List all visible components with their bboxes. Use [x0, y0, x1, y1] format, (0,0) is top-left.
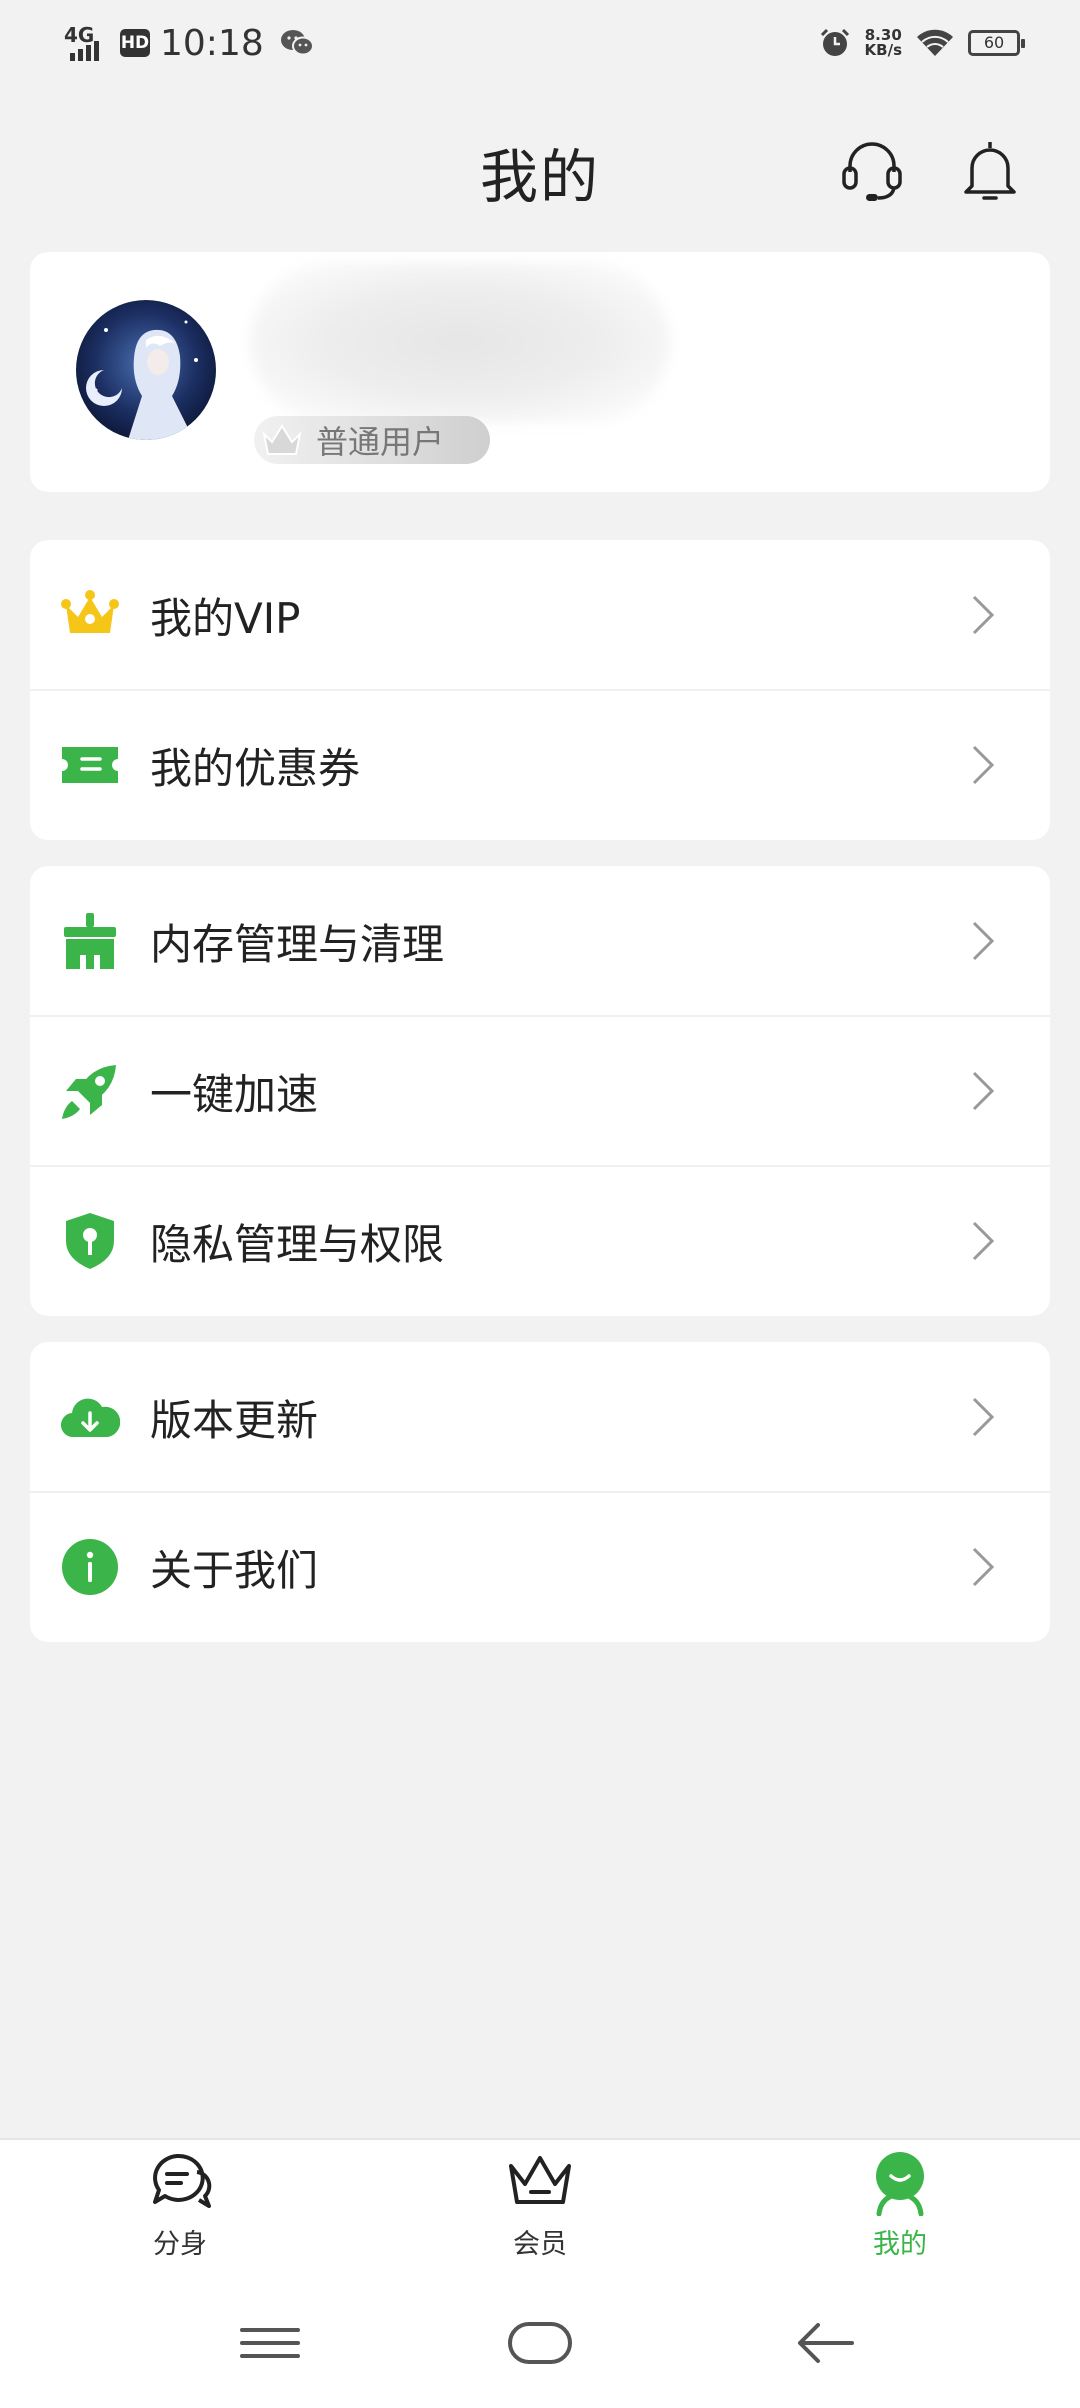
wechat-icon [280, 30, 314, 56]
header: 我的 [0, 110, 1080, 230]
page-title: 我的 [479, 143, 600, 211]
menu-item-privacy-permissions[interactable]: 隐私管理与权限 [30, 1166, 1050, 1316]
menu-item-my-vip[interactable]: 我的VIP [30, 540, 1050, 690]
status-time: 10:18 [160, 22, 264, 64]
nav-tab-mine[interactable]: 我的 [800, 2150, 1000, 2280]
nav-label: 我的 [873, 2229, 927, 2260]
menu-item-label: 版本更新 [150, 1395, 319, 1445]
menu-item-label: 我的优惠券 [150, 743, 361, 793]
shield-key-icon [66, 1213, 114, 1269]
chevron-right-icon [972, 1071, 995, 1111]
profile-card[interactable]: 普通用户 [30, 252, 1050, 492]
system-nav-bar [0, 2282, 1080, 2408]
crown-outline-icon [509, 2156, 571, 2204]
menu-item-label: 关于我们 [150, 1545, 319, 1595]
about-menu-card: 版本更新 关于我们 [30, 1342, 1050, 1642]
battery-icon: 60 [968, 30, 1025, 56]
coupon-icon [62, 747, 118, 783]
bottom-nav: 分身 会员 我的 [0, 2138, 1080, 2282]
chat-icon [153, 2153, 212, 2208]
crown-badge-icon [262, 424, 302, 455]
rocket-icon [62, 1065, 116, 1119]
nav-tab-clone[interactable]: 分身 [80, 2150, 280, 2280]
menu-item-label: 一键加速 [150, 1069, 319, 1119]
wifi-icon [917, 29, 953, 56]
username-blurred [250, 262, 670, 422]
chevron-right-icon [972, 745, 995, 785]
menu-item-memory-cleanup[interactable]: 内存管理与清理 [30, 866, 1050, 1016]
nav-label: 分身 [153, 2229, 207, 2260]
chevron-right-icon [972, 1547, 995, 1587]
headset-icon[interactable] [836, 134, 908, 206]
menu-item-version-update[interactable]: 版本更新 [30, 1342, 1050, 1492]
avatar[interactable] [76, 300, 216, 440]
menu-item-label: 我的VIP [150, 593, 301, 643]
menu-item-my-coupons[interactable]: 我的优惠券 [30, 690, 1050, 840]
bell-icon[interactable] [954, 134, 1026, 206]
menu-item-speed-boost[interactable]: 一键加速 [30, 1016, 1050, 1166]
signal-icon: 4G [60, 23, 110, 63]
network-speed: 8.30 KB/s [864, 26, 902, 59]
menu-item-label: 内存管理与清理 [150, 919, 445, 969]
chevron-right-icon [972, 1397, 995, 1437]
tools-menu-card: 内存管理与清理 一键加速 隐私管理与权限 [30, 866, 1050, 1316]
recent-apps-icon[interactable] [230, 2308, 310, 2378]
broom-icon [64, 913, 116, 969]
menu-item-about-us[interactable]: 关于我们 [30, 1492, 1050, 1642]
status-bar: 4G HD 10:18 8.30 KB/s 60 [0, 0, 1080, 84]
nav-tab-membership[interactable]: 会员 [440, 2150, 640, 2280]
chevron-right-icon [972, 595, 995, 635]
home-icon[interactable] [500, 2308, 580, 2378]
chevron-right-icon [972, 921, 995, 961]
user-icon [876, 2152, 924, 2216]
menu-item-label: 隐私管理与权限 [150, 1219, 445, 1269]
user-level-label: 普通用户 [316, 423, 445, 461]
vip-menu-card: 我的VIP 我的优惠券 [30, 540, 1050, 840]
user-level-badge: 普通用户 [254, 416, 490, 464]
crown-icon [61, 590, 119, 633]
chevron-right-icon [972, 1221, 995, 1261]
info-icon [62, 1539, 118, 1595]
hd-badge: HD [120, 29, 150, 57]
back-icon[interactable] [786, 2308, 866, 2378]
nav-label: 会员 [513, 2229, 567, 2260]
cloud-download-icon [61, 1398, 120, 1438]
alarm-icon [820, 28, 849, 56]
